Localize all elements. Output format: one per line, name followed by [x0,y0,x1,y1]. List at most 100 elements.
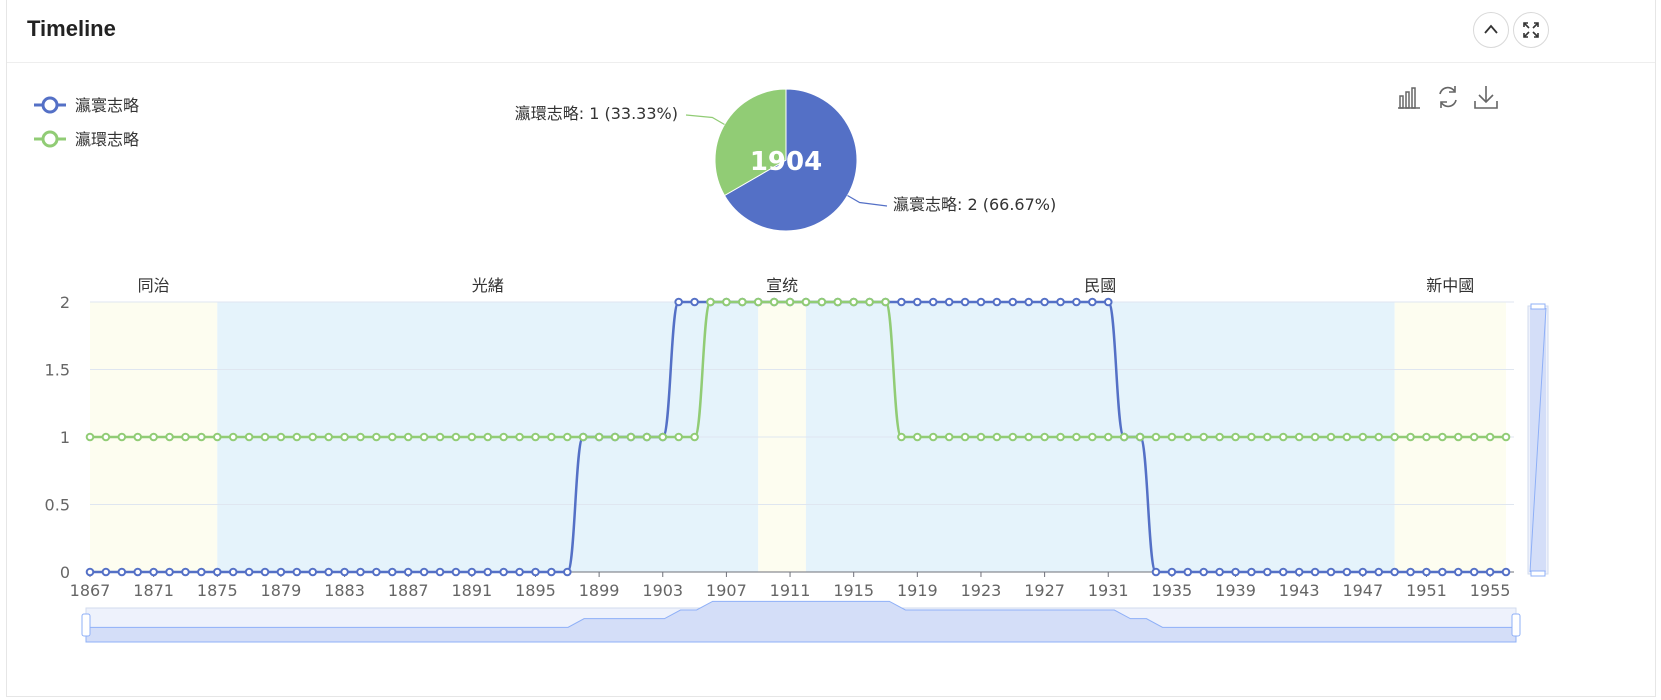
series-0-point[interactable] [483,567,493,577]
series-0-point[interactable] [308,567,318,577]
series-1-point[interactable] [563,432,572,442]
series-0-point[interactable] [515,567,524,577]
series-1-point[interactable] [435,432,445,442]
y-zoom-handle-top[interactable] [1530,303,1546,310]
legend-item-series2[interactable]: 瀛環志略 [34,130,139,149]
series-1-point[interactable] [976,432,986,442]
series-1-point[interactable] [515,432,524,442]
series-0-point[interactable] [1247,567,1256,577]
series-0-point[interactable] [165,567,174,577]
series-1-point[interactable] [1119,432,1129,442]
series-0-point[interactable] [547,567,556,577]
series-0-point[interactable] [563,567,572,577]
series-0-point[interactable] [1390,567,1399,577]
series-1-point[interactable] [1167,432,1177,442]
series-1-point[interactable] [1342,432,1352,442]
series-0-point[interactable] [435,567,445,577]
series-1-point[interactable] [1056,432,1065,442]
series-1-point[interactable] [594,432,604,442]
series-1-point[interactable] [117,432,127,442]
y-zoom-handle-bottom[interactable] [1530,570,1546,577]
series-0-point[interactable] [212,567,222,577]
series-1-point[interactable] [483,432,493,442]
series-0-point[interactable] [419,567,429,577]
series-1-point[interactable] [881,297,890,307]
series-0-point[interactable] [1024,297,1033,307]
x-zoom-slider[interactable] [81,600,1521,643]
series-1-point[interactable] [403,432,413,442]
series-0-point[interactable] [499,567,508,577]
series-1-point[interactable] [690,432,699,442]
series-1-point[interactable] [451,432,461,442]
series-0-point[interactable] [292,567,302,577]
series-1-point[interactable] [1326,432,1336,442]
series-1-point[interactable] [960,432,970,442]
series-1-point[interactable] [1151,432,1161,442]
series-1-point[interactable] [1231,432,1240,442]
series-1-point[interactable] [308,432,318,442]
series-0-point[interactable] [197,567,206,577]
series-0-point[interactable] [467,567,477,577]
series-0-point[interactable] [960,297,970,307]
series-1-point[interactable] [722,297,731,307]
series-1-point[interactable] [913,432,922,442]
download-icon[interactable] [1474,86,1498,109]
series-1-point[interactable] [753,297,763,307]
series-1-point[interactable] [85,432,95,442]
series-0-point[interactable] [1056,297,1065,307]
series-1-point[interactable] [181,432,190,442]
series-0-point[interactable] [531,567,540,577]
series-0-point[interactable] [340,567,349,577]
series-1-point[interactable] [1199,432,1209,442]
series-0-point[interactable] [1374,567,1384,577]
series-0-point[interactable] [913,297,922,307]
series-1-point[interactable] [1278,432,1288,442]
series-1-point[interactable] [865,297,874,307]
series-0-point[interactable] [928,297,938,307]
series-1-point[interactable] [1390,432,1399,442]
series-0-point[interactable] [1310,567,1320,577]
series-1-point[interactable] [1135,432,1145,442]
series-0-point[interactable] [1103,297,1113,307]
series-1-point[interactable] [1501,432,1511,442]
series-0-point[interactable] [1231,567,1240,577]
series-0-point[interactable] [181,567,190,577]
series-0-point[interactable] [674,297,683,307]
series-1-point[interactable] [133,432,143,442]
series-0-point[interactable] [372,567,381,577]
series-0-point[interactable] [149,567,158,577]
series-1-point[interactable] [897,432,906,442]
series-1-point[interactable] [1247,432,1256,442]
series-1-point[interactable] [626,432,636,442]
series-0-point[interactable] [356,567,365,577]
x-zoom-handle-right[interactable] [1511,613,1521,637]
series-1-point[interactable] [1453,432,1463,442]
series-0-point[interactable] [276,567,286,577]
series-0-point[interactable] [1183,567,1193,577]
series-0-point[interactable] [85,567,95,577]
series-1-point[interactable] [738,297,747,307]
series-0-point[interactable] [1008,297,1018,307]
series-0-point[interactable] [387,567,397,577]
series-0-point[interactable] [1453,567,1463,577]
series-1-point[interactable] [197,432,206,442]
series-0-point[interactable] [1199,567,1209,577]
legend-item-series1[interactable]: 瀛寰志略 [34,96,139,115]
series-0-point[interactable] [1215,567,1224,577]
series-1-point[interactable] [610,432,620,442]
series-1-point[interactable] [1088,432,1097,442]
series-0-point[interactable] [1294,567,1304,577]
series-1-point[interactable] [101,432,111,442]
series-1-point[interactable] [578,432,588,442]
series-1-point[interactable] [785,297,795,307]
series-1-point[interactable] [1263,432,1272,442]
series-1-point[interactable] [706,297,715,307]
series-1-point[interactable] [1469,432,1479,442]
series-1-point[interactable] [1215,432,1224,442]
series-0-point[interactable] [1469,567,1479,577]
series-1-point[interactable] [387,432,397,442]
series-1-point[interactable] [340,432,349,442]
series-1-point[interactable] [928,432,938,442]
series-1-point[interactable] [1358,432,1368,442]
series-1-point[interactable] [1485,432,1495,442]
